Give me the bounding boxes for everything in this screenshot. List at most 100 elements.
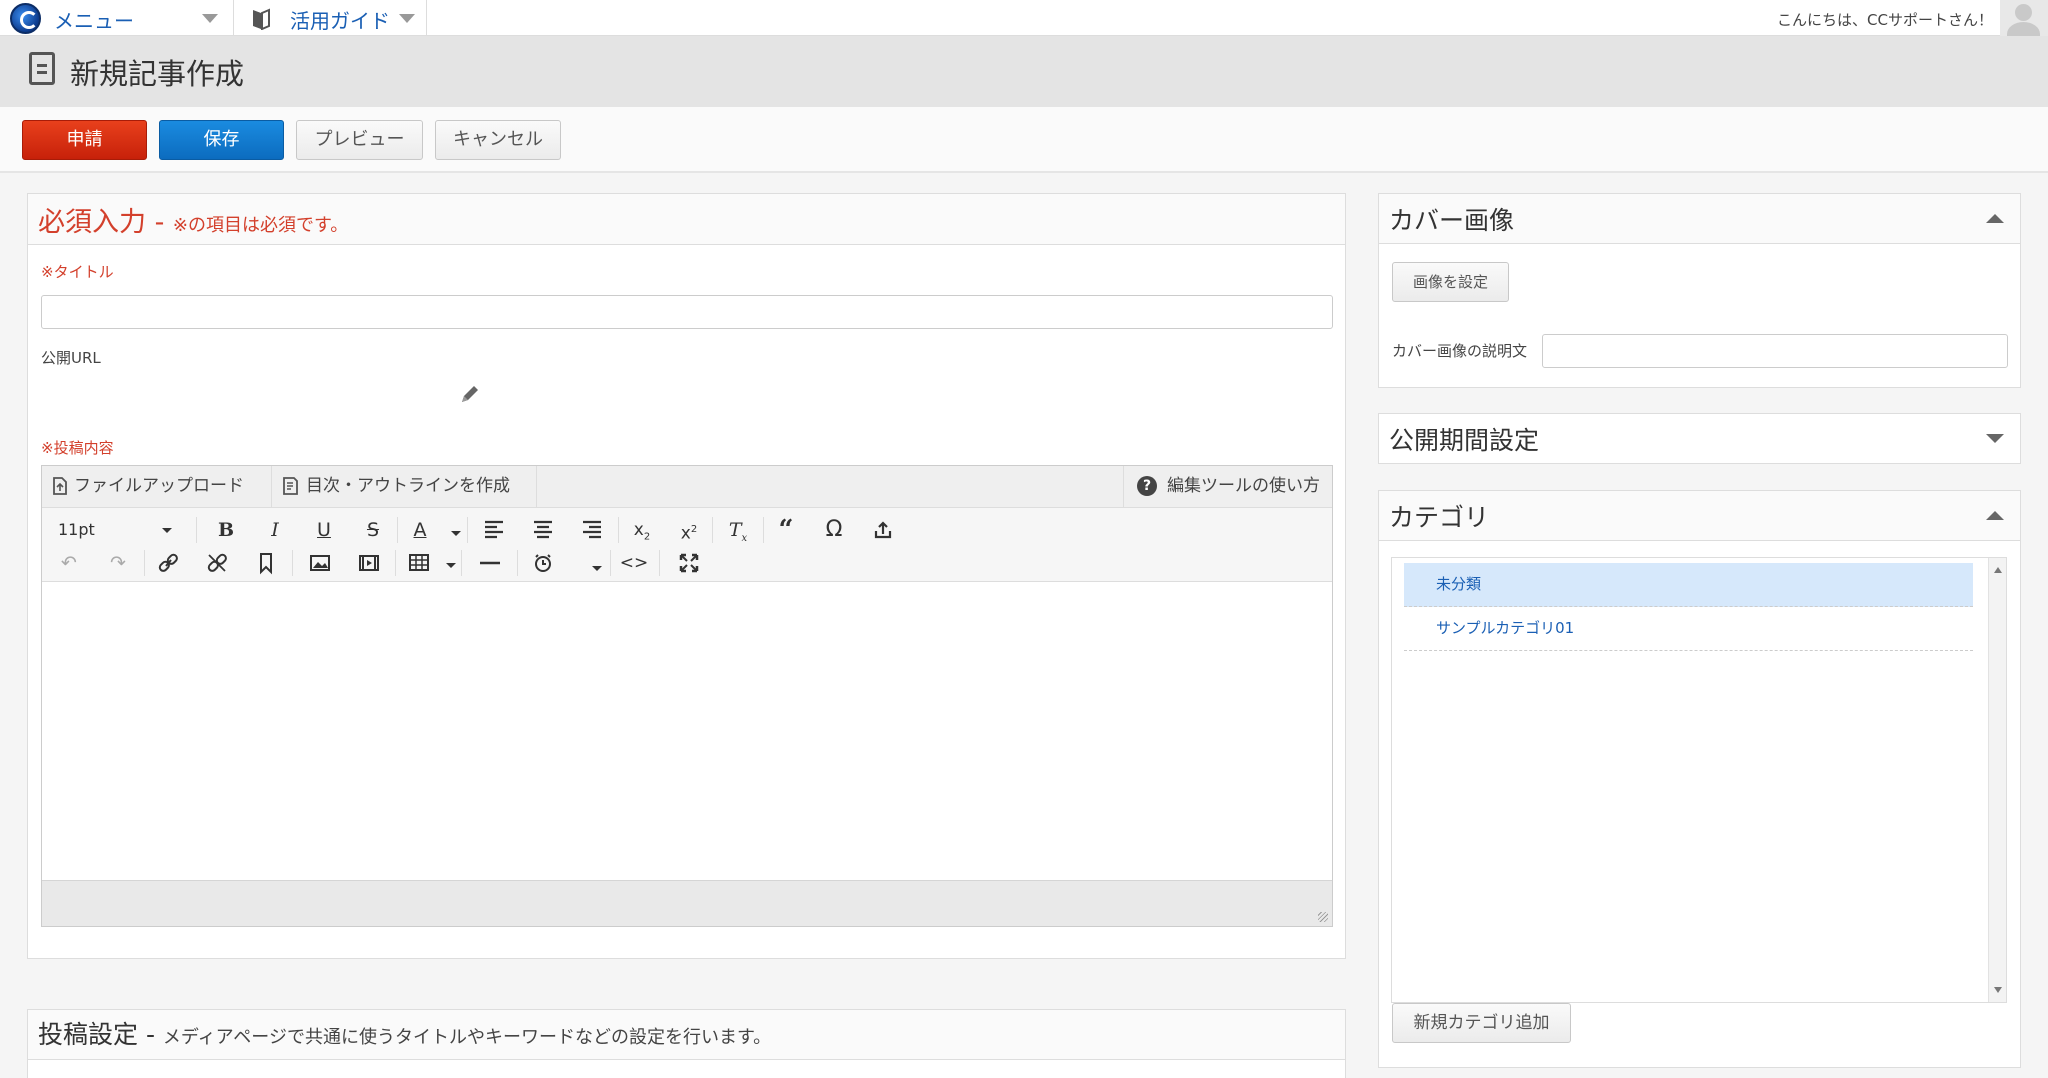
save-button[interactable]: 保存: [159, 120, 284, 160]
guide-menu[interactable]: 活用ガイド: [234, 0, 427, 36]
source-code-icon[interactable]: <>: [618, 549, 650, 577]
collapse-icon[interactable]: [1986, 511, 2004, 520]
post-settings-note: メディアページで共通に使うタイトルやキーワードなどの設定を行います。: [162, 1027, 772, 1048]
file-upload-label: ファイルアップロード: [74, 476, 244, 496]
guide-menu-label: 活用ガイド: [290, 9, 390, 33]
title-input[interactable]: [41, 295, 1333, 329]
underline-icon[interactable]: U: [308, 516, 340, 544]
chevron-down-icon[interactable]: [446, 563, 456, 568]
chevron-down-icon: [202, 14, 218, 23]
align-right-icon[interactable]: [576, 516, 608, 544]
text-color-icon[interactable]: A: [404, 516, 436, 544]
post-settings-heading-text: 投稿設定 -: [38, 1020, 155, 1049]
help-icon: ?: [1137, 476, 1157, 496]
preview-button[interactable]: プレビュー: [296, 120, 423, 160]
align-center-icon[interactable]: [527, 516, 559, 544]
category-scrollbar[interactable]: [1988, 558, 2006, 1002]
category-panel: カテゴリ 未分類 サンプルカテゴリ01 新規カテゴリ追加: [1378, 490, 2021, 1068]
blockquote-icon[interactable]: “: [770, 516, 802, 544]
cancel-button[interactable]: キャンセル: [435, 120, 561, 160]
resize-handle-icon[interactable]: [1318, 912, 1328, 922]
toolbar-divider: [196, 517, 197, 543]
title-label: ※タイトル: [41, 263, 114, 281]
category-item-uncategorized[interactable]: 未分類: [1404, 563, 1973, 607]
outline-tab[interactable]: 目次・アウトラインを作成: [272, 466, 537, 508]
page-header: 新規記事作成: [0, 36, 2048, 107]
collapse-icon[interactable]: [1986, 214, 2004, 223]
post-settings-header: 投稿設定 - メディアページで共通に使うタイトルやキーワードなどの設定を行います…: [28, 1010, 1345, 1060]
publish-period-panel[interactable]: 公開期間設定: [1378, 413, 2021, 464]
scroll-down-icon[interactable]: [1994, 987, 2002, 993]
file-upload-tab[interactable]: ファイルアップロード: [42, 466, 272, 508]
font-size-value: 11pt: [58, 520, 95, 539]
page-title: 新規記事作成: [70, 57, 245, 91]
editor-content-area[interactable]: [42, 582, 1332, 880]
book-icon: [253, 8, 270, 30]
file-upload-icon: [53, 477, 67, 495]
rich-text-editor: ファイルアップロード 目次・アウトラインを作成 ? 編集ツールの使い方 11pt …: [41, 465, 1333, 927]
unlink-icon[interactable]: [201, 549, 233, 577]
editor-help-label: 編集ツールの使い方: [1167, 476, 1320, 496]
toolbar-divider: [461, 550, 462, 576]
required-heading: 必須入力 - ※の項目は必須です。: [38, 200, 348, 239]
editor-status-bar: [42, 880, 1332, 926]
toolbar-divider: [144, 550, 145, 576]
strikethrough-icon[interactable]: S: [357, 516, 389, 544]
subscript-icon[interactable]: x2: [626, 516, 658, 544]
avatar-body: [2007, 22, 2040, 36]
editor-help-link[interactable]: ? 編集ツールの使い方: [1123, 466, 1332, 508]
category-item-sample[interactable]: サンプルカテゴリ01: [1404, 607, 1973, 651]
cover-image-title: カバー画像: [1389, 206, 1515, 235]
clock-icon[interactable]: [527, 549, 559, 577]
category-header[interactable]: カテゴリ: [1379, 491, 2020, 541]
avatar[interactable]: [2000, 0, 2048, 36]
toolbar-divider: [659, 550, 660, 576]
cover-description-label: カバー画像の説明文: [1392, 342, 1528, 360]
toolbar-divider: [712, 517, 713, 543]
pencil-icon[interactable]: [459, 383, 481, 405]
special-character-icon[interactable]: Ω: [818, 516, 850, 544]
content-label: ※投稿内容: [41, 439, 114, 457]
add-category-button[interactable]: 新規カテゴリ追加: [1392, 1003, 1571, 1043]
cover-description-input[interactable]: [1542, 334, 2008, 368]
bookmark-icon[interactable]: [250, 549, 282, 577]
video-icon[interactable]: [353, 549, 385, 577]
avatar-head: [2015, 4, 2032, 21]
cover-image-header[interactable]: カバー画像: [1379, 194, 2020, 244]
redo-icon[interactable]: ↷: [102, 549, 134, 577]
public-url-label: 公開URL: [41, 349, 101, 367]
image-icon[interactable]: [304, 549, 336, 577]
top-bar: メニュー 活用ガイド こんにちは、CCサポートさん！: [0, 0, 2048, 36]
set-image-button[interactable]: 画像を設定: [1392, 262, 1509, 302]
apply-button[interactable]: 申請: [22, 120, 147, 160]
action-bar: 申請 保存 プレビュー キャンセル: [0, 107, 2048, 173]
chevron-down-icon: [399, 14, 415, 23]
toolbar-divider: [618, 517, 619, 543]
undo-icon[interactable]: ↶: [53, 549, 85, 577]
toolbar-divider: [763, 517, 764, 543]
publish-period-title: 公開期間設定: [1389, 426, 1540, 455]
toolbar-divider: [610, 550, 611, 576]
insert-upload-icon[interactable]: [867, 516, 899, 544]
required-input-header: 必須入力 - ※の項目は必須です。: [28, 194, 1345, 245]
italic-icon[interactable]: I: [259, 516, 291, 544]
align-left-icon[interactable]: [478, 516, 510, 544]
clear-format-icon[interactable]: Tx: [722, 516, 754, 544]
required-input-panel: 必須入力 - ※の項目は必須です。 ※タイトル 公開URL ※投稿内容 ファイル…: [27, 193, 1346, 959]
fullscreen-icon[interactable]: [673, 549, 705, 577]
link-icon[interactable]: [152, 549, 184, 577]
logo-icon: [10, 3, 41, 34]
expand-icon[interactable]: [1986, 434, 2004, 443]
category-title: カテゴリ: [1389, 503, 1490, 532]
outline-label: 目次・アウトラインを作成: [306, 476, 510, 496]
toolbar-divider: [292, 550, 293, 576]
chevron-down-icon[interactable]: [451, 531, 461, 536]
superscript-icon[interactable]: x2: [673, 516, 705, 544]
scroll-up-icon[interactable]: [1994, 567, 2002, 573]
table-icon[interactable]: [404, 549, 436, 577]
chevron-down-icon[interactable]: [592, 566, 602, 571]
main-menu[interactable]: メニュー: [0, 0, 234, 36]
font-size-select[interactable]: 11pt: [52, 516, 192, 544]
horizontal-rule-icon[interactable]: [474, 549, 506, 577]
bold-icon[interactable]: B: [210, 516, 242, 544]
